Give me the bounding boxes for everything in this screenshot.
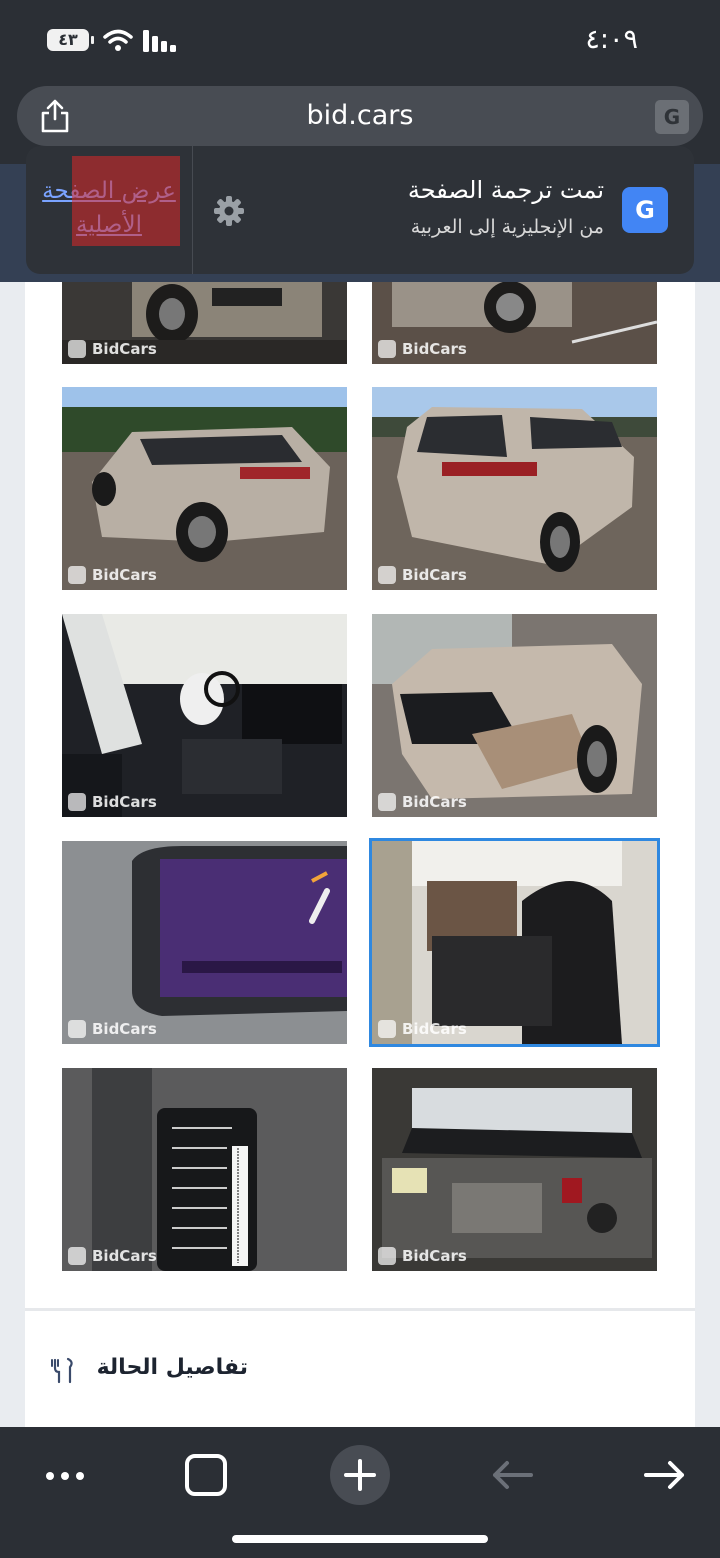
watermark: BidCars [68,340,157,358]
wifi-icon [103,29,133,51]
gallery-photo[interactable]: BidCars [62,841,347,1044]
watermark: BidCars [378,1247,467,1265]
gallery-photo[interactable]: BidCars [372,282,657,364]
back-arrow-icon[interactable] [477,1439,547,1509]
gallery-photo-selected[interactable]: BidCars [372,841,657,1044]
car-photo [62,1068,347,1271]
watermark: BidCars [378,1020,467,1038]
watermark: BidCars [68,1020,157,1038]
watermark: BidCars [378,340,467,358]
gallery-photo[interactable]: BidCars [62,1068,347,1271]
car-photo [372,841,657,1044]
wrench-icon [51,1357,73,1384]
popup-separator [192,146,193,274]
car-photo [372,1068,657,1271]
gallery-photo[interactable]: BidCars [372,1068,657,1271]
tabs-icon[interactable] [171,1439,241,1509]
condition-details-title[interactable]: تفاصيل الحالة [97,1355,248,1380]
status-bar: ٤٣ ٤:٠٩ [0,0,720,80]
google-translate-icon: G [622,187,668,233]
browser-bottom-bar [0,1427,720,1558]
watermark: BidCars [68,566,157,584]
battery-icon: ٤٣ [47,29,94,51]
translation-subtitle: من الإنجليزية إلى العربية [410,216,604,238]
watermark: BidCars [378,793,467,811]
gallery-photo[interactable]: BidCars [62,282,347,364]
new-tab-icon[interactable] [325,1439,395,1509]
car-photo [372,387,657,590]
translation-title: تمت ترجمة الصفحة [407,176,604,204]
status-time: ٤:٠٩ [585,24,638,55]
gallery-photo[interactable]: BidCars [62,614,347,817]
gallery-photo[interactable]: BidCars [372,614,657,817]
translate-icon[interactable]: G [655,100,689,134]
watermark: BidCars [378,566,467,584]
watermark: BidCars [68,1247,157,1265]
section-divider [25,1308,695,1311]
watermark-logo [72,156,180,246]
gear-icon[interactable] [212,194,246,228]
more-options-icon[interactable] [30,1439,100,1509]
url-text[interactable]: bid.cars [17,100,703,131]
gallery-photo[interactable]: BidCars [62,387,347,590]
forward-arrow-icon[interactable] [630,1439,700,1509]
gallery-photo[interactable]: BidCars [372,387,657,590]
car-photo [372,614,657,817]
home-indicator [232,1535,488,1543]
cellular-signal-icon [143,30,176,52]
watermark: BidCars [68,793,157,811]
car-photo [62,614,347,817]
car-photo [62,387,347,590]
car-photo [62,841,347,1044]
address-bar[interactable]: bid.cars G [17,86,703,146]
